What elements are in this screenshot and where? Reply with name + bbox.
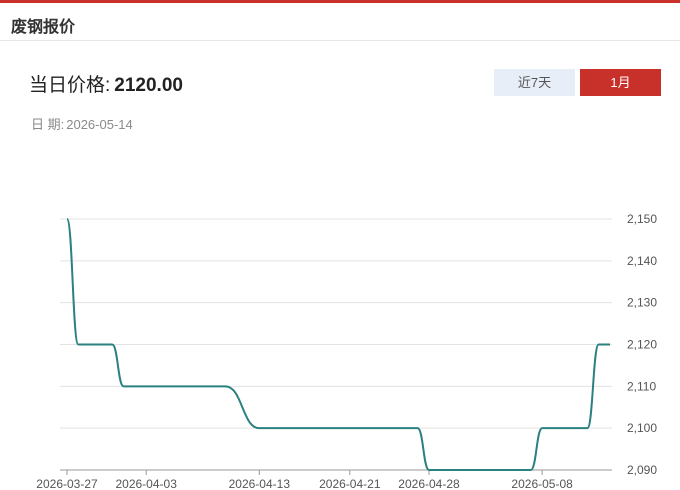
x-tick-label: 2026-04-21 bbox=[319, 477, 381, 490]
x-tick-label: 2026-03-27 bbox=[36, 477, 98, 490]
y-tick-label: 2,140 bbox=[627, 254, 657, 268]
x-tick-label: 2026-04-13 bbox=[229, 477, 291, 490]
x-tick-label: 2026-04-03 bbox=[115, 477, 177, 490]
price-line-chart: 2,150 2,140 2,130 2,120 2,110 2,100 2,090 2026… bbox=[36, 212, 657, 490]
x-tick-label: 2026-04-28 bbox=[398, 477, 460, 490]
y-tick-label: 2,130 bbox=[627, 296, 657, 310]
y-tick-label: 2,150 bbox=[627, 212, 657, 226]
y-tick-label: 2,120 bbox=[627, 338, 657, 352]
y-tick-label: 2,100 bbox=[627, 421, 657, 435]
x-tick-label: 2026-05-08 bbox=[511, 477, 573, 490]
y-tick-label: 2,090 bbox=[627, 463, 657, 477]
y-tick-label: 2,110 bbox=[627, 379, 656, 393]
